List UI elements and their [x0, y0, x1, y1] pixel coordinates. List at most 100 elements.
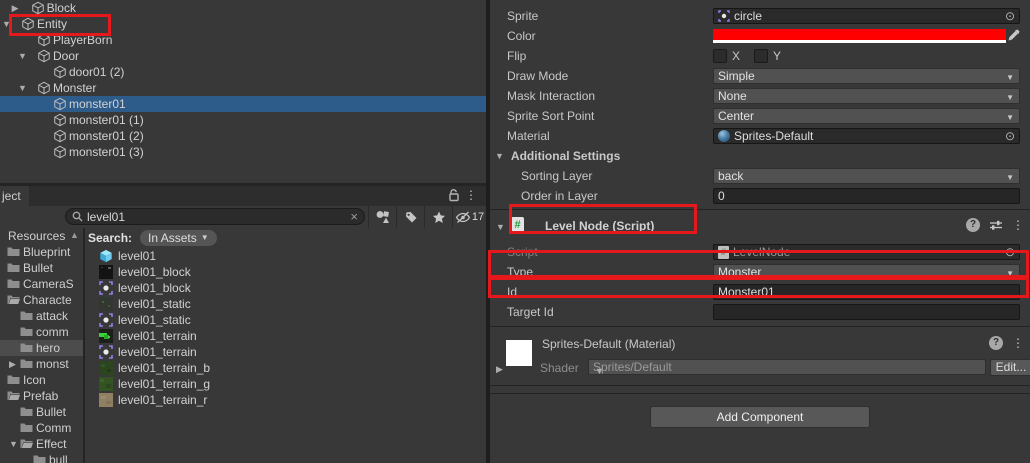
- flip-x-checkbox[interactable]: [713, 49, 727, 63]
- help-icon[interactable]: ?: [989, 336, 1003, 350]
- hierarchy-item[interactable]: monster01 (3): [0, 144, 486, 160]
- foldout-expanded-icon: ▼: [495, 151, 504, 161]
- sorting-layer-dropdown[interactable]: back ▼: [713, 168, 1020, 184]
- tree-item[interactable]: attack: [0, 308, 83, 324]
- hierarchy-item[interactable]: monster01 (1): [0, 112, 486, 128]
- sort-point-dropdown[interactable]: Center ▼: [713, 108, 1020, 124]
- tree-item[interactable]: Characte: [0, 292, 83, 308]
- result-item[interactable]: level01_terrain_b: [85, 360, 486, 376]
- project-menu-kebab-icon[interactable]: ⋮: [465, 188, 477, 202]
- edit-material-button[interactable]: Edit...: [990, 359, 1030, 376]
- color-field-row: Color: [490, 26, 1030, 46]
- mask-interaction-dropdown[interactable]: None ▼: [713, 88, 1020, 104]
- tree-item[interactable]: Comm: [0, 420, 83, 436]
- eyedropper-icon[interactable]: [1007, 29, 1020, 42]
- tree-item-label: hero: [36, 340, 60, 356]
- result-item-label: level01_terrain: [118, 344, 197, 360]
- tree-item[interactable]: comm: [0, 324, 83, 340]
- result-item[interactable]: level01_terrain_r: [85, 392, 486, 408]
- material-object-field[interactable]: Sprites-Default ⊙: [713, 128, 1020, 144]
- filter-by-type-icon[interactable]: [368, 206, 396, 228]
- tree-item[interactable]: hero: [0, 340, 83, 356]
- hierarchy-item-label: Monster: [53, 80, 96, 96]
- hierarchy-item[interactable]: ▼ Monster: [0, 80, 486, 96]
- tree-item[interactable]: ▼ Effect: [0, 436, 83, 452]
- filter-by-label-icon[interactable]: [396, 206, 424, 228]
- foldout-expanded-icon[interactable]: ▼: [18, 80, 27, 96]
- tree-item[interactable]: CameraS: [0, 276, 83, 292]
- draw-mode-row: Draw Mode Simple ▼: [490, 66, 1030, 86]
- hierarchy-item[interactable]: ▶Block: [0, 0, 486, 16]
- tree-item[interactable]: Bullet: [0, 404, 83, 420]
- hierarchy-item[interactable]: ▼Entity: [0, 16, 486, 32]
- order-in-layer-field[interactable]: 0: [713, 188, 1020, 204]
- sort-point-label: Sprite Sort Point: [507, 109, 713, 123]
- add-component-button[interactable]: Add Component: [650, 406, 870, 428]
- project-tab[interactable]: ject: [0, 186, 29, 206]
- texture-green-icon: [99, 377, 113, 391]
- flip-y-checkbox[interactable]: [754, 49, 768, 63]
- favorites-star-icon[interactable]: [424, 206, 452, 228]
- level-node-component-header[interactable]: ▼ # Level Node (Script) ? ⋮: [490, 210, 1030, 242]
- foldout-expanded-icon[interactable]: ▼: [9, 436, 18, 452]
- tree-item-label: Bullet: [36, 404, 66, 420]
- project-folder-tree: ▲ ▼ResourcesBlueprintBulletCameraSCharac…: [0, 228, 83, 463]
- additional-settings-foldout[interactable]: ▼ Additional Settings: [490, 146, 1030, 166]
- hierarchy-item[interactable]: ▼Door: [0, 48, 486, 64]
- tree-scroll-up-icon[interactable]: ▲: [70, 230, 79, 240]
- foldout-expanded-icon[interactable]: ▼: [2, 16, 11, 32]
- scope-label: Search:: [88, 231, 132, 245]
- object-picker-icon[interactable]: ⊙: [1005, 246, 1015, 258]
- id-field[interactable]: Monster01: [713, 284, 1020, 300]
- sprite-object-field[interactable]: circle ⊙: [713, 8, 1020, 24]
- foldout-collapsed-icon[interactable]: ▶: [496, 364, 503, 375]
- search-input[interactable]: level01 ×: [65, 208, 365, 225]
- shader-dropdown[interactable]: Sprites/Default ▼: [588, 359, 986, 375]
- folder-icon: [7, 374, 20, 385]
- result-item[interactable]: level01: [85, 248, 486, 264]
- result-item[interactable]: level01_terrain_g: [85, 376, 486, 392]
- mask-interaction-row: Mask Interaction None ▼: [490, 86, 1030, 106]
- component-menu-kebab-icon[interactable]: ⋮: [1012, 218, 1024, 232]
- hierarchy-item[interactable]: monster01 (2): [0, 128, 486, 144]
- result-item[interactable]: level01_static: [85, 296, 486, 312]
- result-item[interactable]: level01_terrain: [85, 328, 486, 344]
- type-dropdown[interactable]: Monster ▼: [713, 264, 1020, 280]
- object-picker-icon[interactable]: ⊙: [1005, 10, 1015, 22]
- color-swatch[interactable]: [713, 29, 1006, 43]
- result-item-label: level01_static: [118, 296, 191, 312]
- foldout-collapsed-icon[interactable]: ▶: [12, 0, 19, 16]
- hierarchy-item[interactable]: door01 (2): [0, 64, 486, 80]
- draw-mode-dropdown[interactable]: Simple ▼: [713, 68, 1020, 84]
- hierarchy-item[interactable]: monster01: [0, 96, 486, 112]
- result-item[interactable]: level01_static: [85, 312, 486, 328]
- tree-item[interactable]: Blueprint: [0, 244, 83, 260]
- result-item[interactable]: level01_block: [85, 280, 486, 296]
- tree-item[interactable]: Bullet: [0, 260, 83, 276]
- tree-item[interactable]: Icon: [0, 372, 83, 388]
- gameobject-cube-icon: [21, 17, 35, 31]
- foldout-expanded-icon[interactable]: ▼: [18, 48, 27, 64]
- id-row: Id Monster01: [490, 282, 1030, 302]
- foldout-collapsed-icon[interactable]: ▶: [9, 356, 16, 372]
- help-icon[interactable]: ?: [966, 218, 980, 232]
- material-menu-kebab-icon[interactable]: ⋮: [1012, 336, 1024, 350]
- hidden-count-toggle[interactable]: 17: [452, 206, 486, 228]
- tree-item[interactable]: Prefab: [0, 388, 83, 404]
- result-item[interactable]: level01_terrain: [85, 344, 486, 360]
- script-object-field[interactable]: # LevelNode ⊙: [713, 244, 1020, 260]
- target-id-row: Target Id: [490, 302, 1030, 322]
- tree-item[interactable]: ▶monst: [0, 356, 83, 372]
- gameobject-cube-icon: [53, 113, 67, 127]
- tree-item-label: Effect: [36, 436, 66, 452]
- gameobject-cube-icon: [53, 97, 67, 111]
- hierarchy-item[interactable]: PlayerBorn: [0, 32, 486, 48]
- tree-item[interactable]: bull: [0, 452, 83, 463]
- object-picker-icon[interactable]: ⊙: [1005, 130, 1015, 142]
- presets-icon[interactable]: [989, 219, 1003, 231]
- scope-selector[interactable]: In Assets ▼: [140, 230, 217, 246]
- target-id-field[interactable]: [713, 304, 1020, 320]
- clear-search-icon[interactable]: ×: [350, 209, 358, 224]
- result-item[interactable]: level01_block: [85, 264, 486, 280]
- lock-icon[interactable]: [448, 189, 460, 202]
